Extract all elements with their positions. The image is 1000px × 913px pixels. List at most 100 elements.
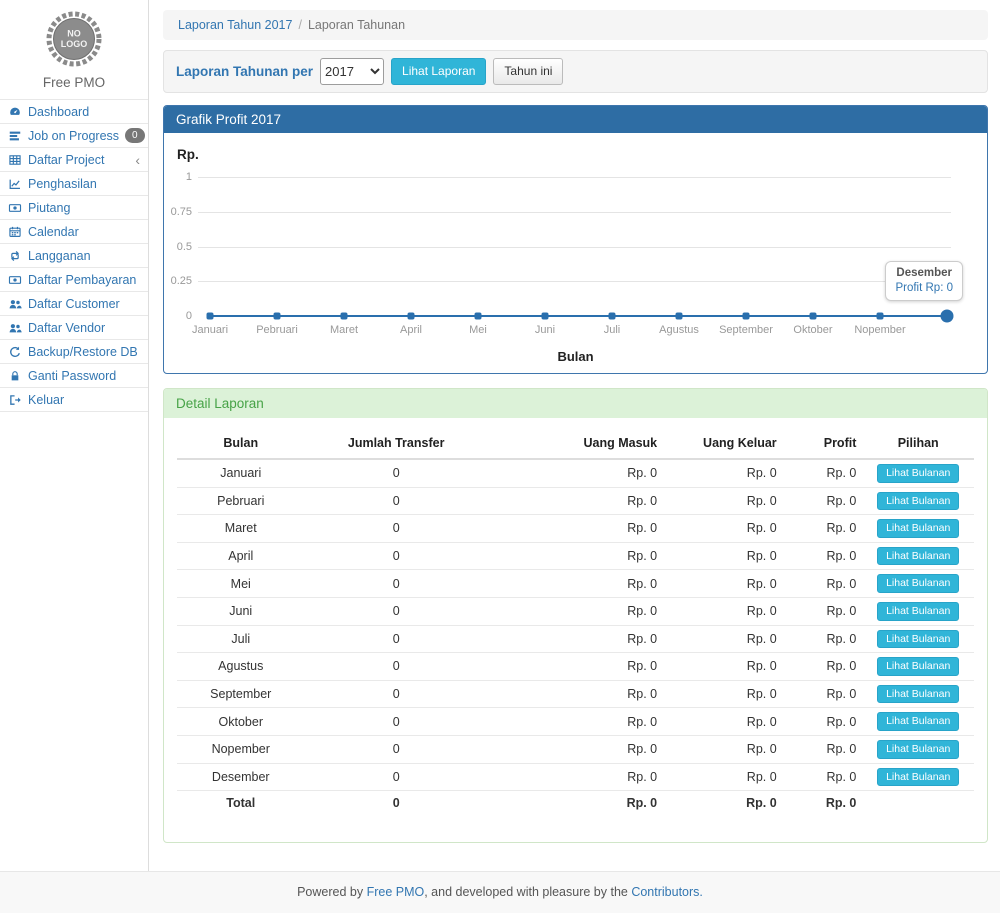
table-row-maret: Maret0Rp. 0Rp. 0Rp. 0Lihat Bulanan [177, 515, 974, 543]
sidebar-item-daftar-pembayaran[interactable]: Daftar Pembayaran [0, 268, 148, 292]
table-total-row: Total0Rp. 0Rp. 0Rp. 0 [177, 791, 974, 816]
brand-name: Free PMO [0, 75, 148, 90]
tahun-ini-button[interactable]: Tahun ini [493, 58, 563, 84]
cell-pilihan: Lihat Bulanan [862, 625, 974, 653]
total-pilihan-empty [862, 791, 974, 816]
total-profit: Rp. 0 [783, 791, 863, 816]
cell-pilihan: Lihat Bulanan [862, 680, 974, 708]
users-icon [8, 297, 22, 311]
lihat-bulanan-button[interactable]: Lihat Bulanan [877, 547, 959, 566]
cell-profit: Rp. 0 [783, 570, 863, 598]
sidebar-item-daftar-vendor[interactable]: Daftar Vendor [0, 316, 148, 340]
lihat-bulanan-button[interactable]: Lihat Bulanan [877, 740, 959, 759]
sidebar-item-langganan[interactable]: Langganan [0, 244, 148, 268]
sidebar-item-ganti-password[interactable]: Ganti Password [0, 364, 148, 388]
cell-pilihan: Lihat Bulanan [862, 459, 974, 487]
cell-bulan: September [177, 680, 305, 708]
table-icon [8, 153, 22, 167]
lihat-laporan-button[interactable]: Lihat Laporan [391, 58, 486, 84]
cell-pilihan: Lihat Bulanan [862, 653, 974, 681]
x-axis-title: Bulan [557, 349, 593, 364]
lihat-bulanan-button[interactable]: Lihat Bulanan [877, 574, 959, 593]
lihat-bulanan-button[interactable]: Lihat Bulanan [877, 464, 959, 483]
sidebar-item-dashboard[interactable]: Dashboard [0, 100, 148, 124]
gridline [198, 177, 951, 178]
cell-uang-keluar: Rp. 0 [663, 653, 783, 681]
x-tick-label: Mei [469, 324, 487, 336]
lihat-bulanan-button[interactable]: Lihat Bulanan [877, 685, 959, 704]
lihat-bulanan-button[interactable]: Lihat Bulanan [877, 492, 959, 511]
sidebar-item-piutang[interactable]: Piutang [0, 196, 148, 220]
cell-jumlah-transfer: 0 [305, 708, 488, 736]
cell-uang-keluar: Rp. 0 [663, 708, 783, 736]
lihat-bulanan-button[interactable]: Lihat Bulanan [877, 712, 959, 731]
sidebar-item-label: Langganan [28, 249, 91, 263]
table-row-september: September0Rp. 0Rp. 0Rp. 0Lihat Bulanan [177, 680, 974, 708]
cell-bulan: Juli [177, 625, 305, 653]
cell-pilihan: Lihat Bulanan [862, 570, 974, 598]
cell-profit: Rp. 0 [783, 459, 863, 487]
table-rows: Januari0Rp. 0Rp. 0Rp. 0Lihat BulananPebr… [177, 459, 974, 816]
year-select[interactable]: 2017 [320, 58, 384, 85]
sidebar-item-label: Backup/Restore DB [28, 345, 138, 359]
cell-uang-keluar: Rp. 0 [663, 625, 783, 653]
x-tick-label: April [400, 324, 422, 336]
col-header-pilihan: Pilihan [862, 428, 974, 459]
money-icon [8, 273, 22, 287]
refresh-icon [8, 345, 22, 359]
cell-bulan: Pebruari [177, 487, 305, 515]
cell-jumlah-transfer: 0 [305, 653, 488, 681]
col-header-jumlah-transfer: Jumlah Transfer [305, 428, 488, 459]
sidebar-item-calendar[interactable]: Calendar [0, 220, 148, 244]
sidebar-item-keluar[interactable]: Keluar [0, 388, 148, 412]
main-content: Laporan Tahun 2017/Laporan Tahunan Lapor… [149, 0, 1000, 871]
table-row-april: April0Rp. 0Rp. 0Rp. 0Lihat Bulanan [177, 542, 974, 570]
breadcrumb-link[interactable]: Laporan Tahun 2017 [178, 18, 292, 32]
lihat-bulanan-button[interactable]: Lihat Bulanan [877, 519, 959, 538]
lihat-bulanan-button[interactable]: Lihat Bulanan [877, 768, 959, 787]
table-row-agustus: Agustus0Rp. 0Rp. 0Rp. 0Lihat Bulanan [177, 653, 974, 681]
sidebar-item-job-on-progress[interactable]: Job on Progress0 [0, 124, 148, 148]
sidebar-item-daftar-project[interactable]: Daftar Project‹ [0, 148, 148, 172]
footer-link-free-pmo[interactable]: Free PMO [367, 885, 425, 899]
cell-uang-masuk: Rp. 0 [488, 653, 663, 681]
footer-link-contributors[interactable]: Contributors. [631, 885, 703, 899]
sidebar-item-label: Penghasilan [28, 177, 97, 191]
x-tick-label: Januari [192, 324, 228, 336]
cell-pilihan: Lihat Bulanan [862, 515, 974, 543]
cell-profit: Rp. 0 [783, 735, 863, 763]
lihat-bulanan-button[interactable]: Lihat Bulanan [877, 657, 959, 676]
cell-uang-masuk: Rp. 0 [488, 708, 663, 736]
cell-uang-masuk: Rp. 0 [488, 487, 663, 515]
y-axis-unit-label: Rp. [177, 147, 199, 162]
lihat-bulanan-button[interactable]: Lihat Bulanan [877, 630, 959, 649]
sidebar-item-label: Daftar Customer [28, 297, 120, 311]
users-icon [8, 321, 22, 335]
x-tick-label: Maret [330, 324, 358, 336]
cell-bulan: Desember [177, 763, 305, 791]
cell-uang-keluar: Rp. 0 [663, 542, 783, 570]
table-row-juni: Juni0Rp. 0Rp. 0Rp. 0Lihat Bulanan [177, 597, 974, 625]
sidebar-item-penghasilan[interactable]: Penghasilan [0, 172, 148, 196]
sidebar-item-label: Keluar [28, 393, 64, 407]
svg-text:NO: NO [67, 29, 81, 39]
chevron-left-icon: ‹ [135, 153, 140, 167]
profit-line [210, 315, 947, 317]
sidebar-item-backup-restore-db[interactable]: Backup/Restore DB [0, 340, 148, 364]
sidebar-item-label: Ganti Password [28, 369, 116, 383]
cell-jumlah-transfer: 0 [305, 763, 488, 791]
lihat-bulanan-button[interactable]: Lihat Bulanan [877, 602, 959, 621]
page-footer: Powered by Free PMO, and developed with … [0, 871, 1000, 913]
sidebar-item-label: Daftar Pembayaran [28, 273, 136, 287]
cell-bulan: Oktober [177, 708, 305, 736]
sidebar-item-daftar-customer[interactable]: Daftar Customer [0, 292, 148, 316]
col-header-bulan: Bulan [177, 428, 305, 459]
cell-pilihan: Lihat Bulanan [862, 597, 974, 625]
y-tick-label: 0.5 [164, 241, 192, 253]
gridline [198, 247, 951, 248]
cell-uang-masuk: Rp. 0 [488, 735, 663, 763]
logo-area: NO LOGO Free PMO [0, 0, 148, 99]
cell-uang-masuk: Rp. 0 [488, 542, 663, 570]
cell-jumlah-transfer: 0 [305, 542, 488, 570]
table-header-row: BulanJumlah TransferUang MasukUang Kelua… [177, 428, 974, 459]
